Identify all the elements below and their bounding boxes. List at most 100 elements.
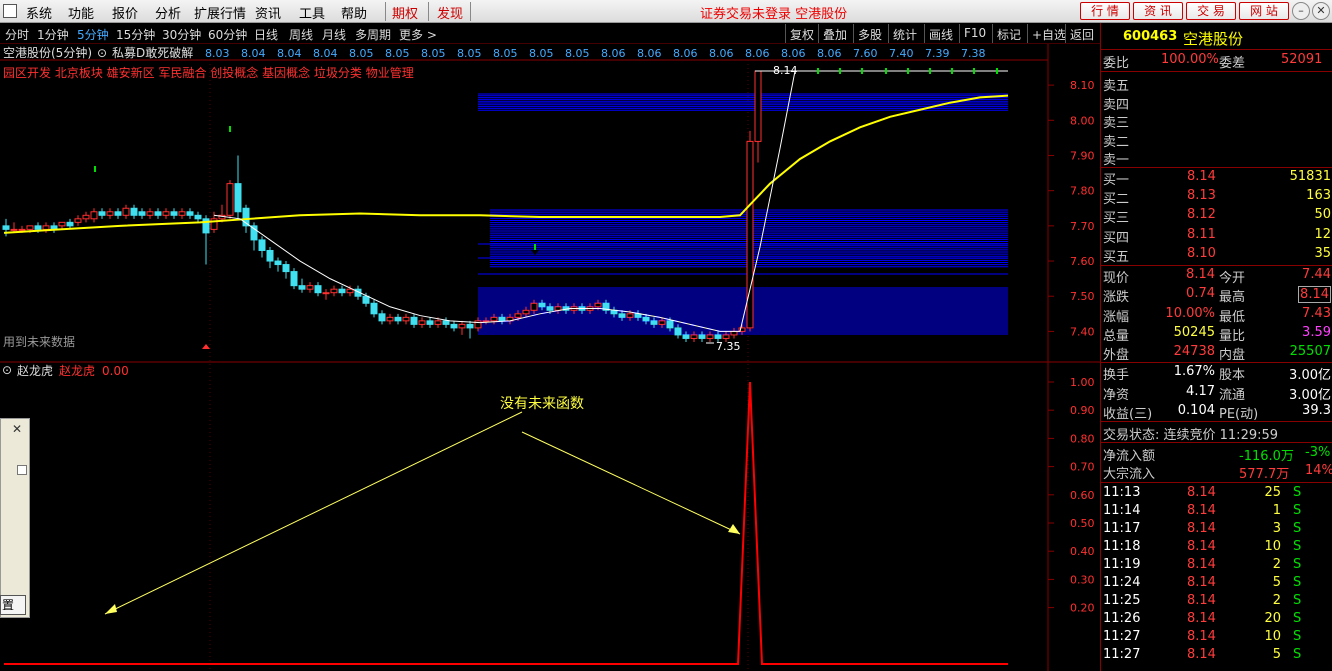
candle-body [74, 218, 82, 223]
period-60min[interactable]: 60分钟 [208, 26, 247, 43]
candle-body [346, 288, 354, 294]
candle-body [754, 70, 762, 142]
period-15min[interactable]: 15分钟 [116, 26, 155, 43]
period-month[interactable]: 月线 [322, 26, 346, 43]
period-1min[interactable]: 1分钟 [37, 26, 69, 43]
candle-body [114, 211, 122, 216]
tool-adjust[interactable]: 复权 [785, 24, 818, 43]
candle-body [146, 211, 154, 216]
candle-body [226, 183, 234, 216]
minimize-icon[interactable]: – [1292, 2, 1310, 20]
menu-quote[interactable]: 报价 [112, 3, 138, 22]
stat-row: 外盘 24738 内盘 25507 [1103, 344, 1331, 364]
stat-row: 总量 50245 量比 3.59 [1103, 324, 1331, 344]
menu-info[interactable]: 资讯 [255, 3, 281, 22]
date-tick: 8.05 [457, 47, 482, 60]
period-day[interactable]: 日线 [254, 26, 278, 43]
menu-options[interactable]: 期权 [392, 3, 418, 22]
menu-function[interactable]: 功能 [68, 3, 94, 22]
settings-dialog: ✕ 置 [0, 418, 30, 618]
date-tick: 7.60 [853, 47, 878, 60]
tick-row: 11:18 8.14 10 S [1103, 539, 1302, 554]
tool-back[interactable]: 返回 [1065, 24, 1098, 43]
candle-body [106, 211, 114, 216]
dialog-settings-button[interactable]: 置 [0, 595, 26, 615]
bid-row: 买二 8.13 163 [1103, 188, 1331, 208]
period-30min[interactable]: 30分钟 [162, 26, 201, 43]
menu-system[interactable]: 系统 [26, 3, 52, 22]
tool-multistock[interactable]: 多股 [853, 24, 886, 43]
candle-body [458, 323, 466, 329]
date-tick: 8.04 [313, 47, 338, 60]
candle-body [42, 225, 50, 230]
date-tick: 8.05 [349, 47, 374, 60]
candle-body [698, 334, 706, 339]
price-axis-label: 8.10 [1070, 79, 1095, 92]
tool-mark[interactable]: 标记 [992, 24, 1025, 43]
menu-tools[interactable]: 工具 [299, 3, 325, 22]
date-tick: 8.06 [817, 47, 842, 60]
period-5min[interactable]: 5分钟 [77, 26, 109, 43]
subchart-value: 0.00 [102, 364, 129, 378]
candle-body [538, 302, 546, 308]
stat-row: 净资 4.17 流通 3.00亿 [1103, 383, 1331, 403]
indicator-toggle-icon[interactable]: ⊙ [97, 46, 107, 60]
candle-body [298, 285, 306, 290]
period-timeshare[interactable]: 分时 [5, 26, 29, 43]
candle-body [394, 316, 402, 322]
date-tick: 8.05 [565, 47, 590, 60]
indicator-label[interactable]: 私募D敢死破解 [112, 45, 193, 60]
tick-row: 11:27 8.14 10 S [1103, 629, 1302, 644]
tick-row: 11:25 8.14 2 S [1103, 593, 1302, 608]
website-button[interactable]: 网 站 [1239, 2, 1289, 20]
trade-button[interactable]: 交 易 [1186, 2, 1236, 20]
stat-row: 现价 8.14 今开 7.44 [1103, 267, 1331, 286]
quote-button[interactable]: 行 情 [1080, 2, 1130, 20]
period-week[interactable]: 周线 [289, 26, 313, 43]
date-tick: 7.38 [961, 47, 986, 60]
close-icon[interactable]: ✕ [1312, 2, 1330, 20]
period-multi[interactable]: 多周期 [355, 26, 391, 43]
tool-draw[interactable]: 画线 [924, 24, 957, 43]
menu-discover[interactable]: 发现 [437, 3, 463, 22]
subchart-toggle-icon[interactable]: ⊙ [2, 363, 12, 377]
subchart-series-label: 赵龙虎 [59, 364, 95, 378]
candle-body [522, 309, 530, 315]
candle-body [314, 285, 322, 294]
menu-analysis[interactable]: 分析 [155, 3, 181, 22]
info-button[interactable]: 资 讯 [1133, 2, 1183, 20]
tool-overlay[interactable]: 叠加 [818, 24, 851, 43]
candle-body [282, 264, 290, 273]
menu-extended-quote[interactable]: 扩展行情 [194, 3, 246, 22]
date-tick: 8.04 [241, 47, 266, 60]
ask-row: 卖五 [1103, 79, 1130, 94]
menu-help[interactable]: 帮助 [341, 3, 367, 22]
sub-axis-label: 0.90 [1070, 404, 1095, 417]
kline-chart[interactable]: 8.10 8.00 7.90 7.80 7.70 7.60 7.50 7.40 1.00 0.90… [0, 44, 1100, 671]
candle-body [18, 228, 26, 231]
candle-body [426, 320, 434, 325]
concept-tags: 园区开发 北京板块 雄安新区 军民融合 创投概念 基因概念 垃圾分类 物业管理 [3, 65, 414, 80]
date-tick: 8.04 [277, 47, 302, 60]
tick-row: 11:13 8.14 25 S [1103, 485, 1302, 500]
date-tick: 7.40 [889, 47, 914, 60]
price-axis-label: 7.80 [1070, 185, 1095, 198]
app-logo-icon[interactable] [3, 4, 17, 18]
quote-panel: 600463 空港股份 委比 100.00% 委差 52091 卖五 卖四 卖三 卖二… [1100, 23, 1332, 671]
candle-body [90, 211, 98, 220]
candle-body [266, 249, 274, 262]
dialog-checkbox[interactable] [17, 465, 27, 475]
candle-body [58, 221, 66, 227]
dialog-close-icon[interactable]: ✕ [12, 422, 22, 436]
tool-f10[interactable]: F10 [959, 24, 990, 43]
candle-body [258, 239, 266, 251]
tool-add-watch[interactable]: +自选 [1027, 24, 1070, 43]
candle-body [434, 320, 442, 325]
annotation-text: 没有未来函数 [500, 396, 584, 412]
candle-body [370, 302, 378, 315]
price-axis-label: 7.70 [1070, 220, 1095, 233]
period-more[interactable]: 更多 > [399, 26, 437, 43]
candle-body [530, 302, 538, 311]
sub-axis-label: 0.60 [1070, 489, 1095, 502]
tool-stats[interactable]: 统计 [888, 24, 921, 43]
